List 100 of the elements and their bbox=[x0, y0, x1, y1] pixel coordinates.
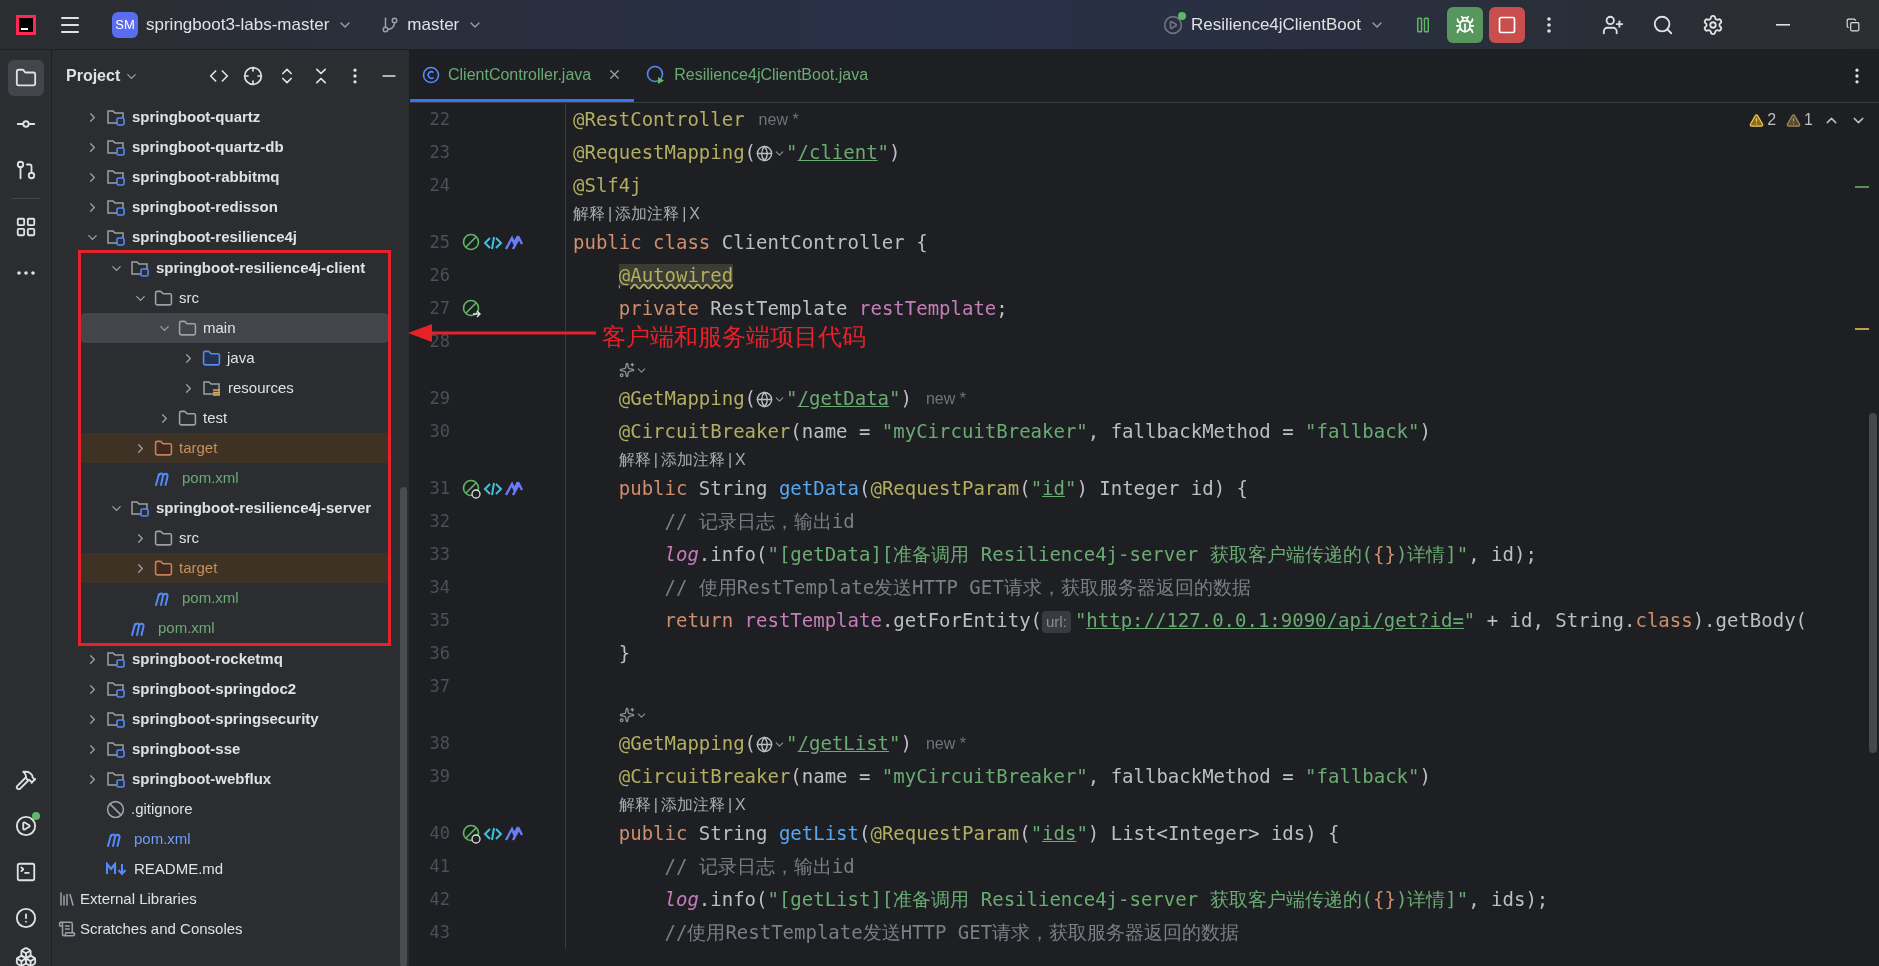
project-tool-button[interactable] bbox=[7, 60, 44, 96]
editor-tab[interactable]: ClientController.java bbox=[410, 50, 635, 102]
annotation-label: 客户端和服务端项目代码 bbox=[602, 325, 866, 349]
branch-selector[interactable]: master bbox=[373, 6, 492, 43]
folder-icon bbox=[154, 558, 173, 578]
module-folder-icon bbox=[106, 228, 126, 246]
tree-item[interactable]: springboot-resilience4j bbox=[52, 222, 395, 252]
folder-icon bbox=[178, 408, 197, 428]
tree-item[interactable]: target bbox=[81, 553, 388, 583]
file-name: src bbox=[179, 527, 199, 548]
tree-item[interactable]: resources bbox=[81, 373, 388, 403]
more-tools-icon bbox=[16, 271, 35, 275]
tree-item[interactable]: test bbox=[81, 403, 388, 433]
rerun-debug-button[interactable] bbox=[1447, 6, 1483, 43]
code-line: //使用RestTemplate发送HTTP GET请求，获取服务器返回的数据 bbox=[663, 920, 1240, 946]
locate-icon[interactable] bbox=[243, 66, 263, 86]
inlay-action-link[interactable]: 添加注释 bbox=[660, 793, 725, 817]
tree-item[interactable]: java bbox=[81, 343, 388, 373]
folder-icon bbox=[202, 348, 221, 368]
globe-icon[interactable] bbox=[756, 736, 774, 754]
inspection-count[interactable]: 1 bbox=[1786, 108, 1813, 132]
file-name: springboot-resilience4j-server bbox=[156, 497, 372, 518]
tree-item[interactable]: springboot-resilience4j-client bbox=[81, 253, 388, 283]
resources-folder-icon bbox=[202, 379, 222, 397]
code-line: @CircuitBreaker(name = "myCircuitBreaker", fallbackMethod = "fallback") bbox=[617, 764, 1431, 790]
tree-item[interactable]: pom.xml bbox=[81, 463, 388, 493]
tree-item[interactable]: src bbox=[81, 523, 388, 553]
folder-icon bbox=[154, 438, 173, 458]
editor-tab[interactable]: Resilience4jClientBoot.java bbox=[634, 50, 881, 102]
tree-item[interactable]: pom.xml bbox=[81, 583, 388, 613]
inlay-action-link[interactable]: X bbox=[689, 202, 700, 226]
tree-item[interactable]: README.md bbox=[52, 854, 395, 884]
file-name: pom.xml bbox=[158, 617, 215, 638]
stop-icon bbox=[1497, 14, 1517, 35]
tree-item[interactable]: .gitignore bbox=[52, 794, 395, 824]
separator: | bbox=[682, 204, 687, 224]
tree-item[interactable]: External Libraries bbox=[52, 884, 395, 914]
file-name: springboot-rocketmq bbox=[132, 648, 283, 669]
inlay-action-link[interactable]: 添加注释 bbox=[660, 448, 725, 472]
module-folder-icon bbox=[106, 108, 126, 126]
tree-item[interactable]: pom.xml bbox=[81, 613, 388, 643]
more-icon bbox=[1547, 16, 1551, 33]
tree-item[interactable]: springboot-springsecurity bbox=[52, 704, 395, 734]
inlay-action-link[interactable]: 解释 bbox=[573, 202, 605, 226]
inlay-action-link[interactable]: 解释 bbox=[618, 448, 651, 472]
globe-icon[interactable] bbox=[756, 391, 774, 409]
module-folder-icon bbox=[106, 168, 126, 186]
code-line: // 使用RestTemplate发送HTTP GET请求，获取服务器返回的数据 bbox=[663, 575, 1251, 601]
code-line: return restTemplate.getForEntity( url: "http://127.0.0.1:9090/api/get?id=" + id, String.class).getBody( bbox=[663, 608, 1808, 635]
bean-icon[interactable] bbox=[462, 478, 482, 499]
tree-item[interactable]: springboot-resilience4j-server bbox=[81, 493, 388, 523]
ai-actions-button[interactable] bbox=[618, 362, 648, 378]
warning-icon bbox=[1749, 112, 1765, 128]
tree-item[interactable]: main bbox=[81, 313, 388, 343]
rerun-debug-icon bbox=[1455, 14, 1475, 35]
bean-icon[interactable] bbox=[462, 232, 482, 253]
services-icon[interactable] bbox=[14, 946, 37, 966]
branch-icon[interactable] bbox=[381, 15, 400, 34]
file-name: java bbox=[227, 347, 255, 368]
author-hint: new * bbox=[758, 109, 799, 130]
app-logo[interactable] bbox=[15, 13, 37, 36]
tree-item[interactable]: springboot-springdoc2 bbox=[52, 674, 395, 704]
terminal-tool-icon bbox=[14, 861, 37, 883]
bean-icon[interactable] bbox=[462, 298, 482, 319]
file-name: pom.xml bbox=[134, 828, 191, 849]
project-selector[interactable]: SM springboot3-labs-master bbox=[104, 6, 362, 43]
inlay-action-link[interactable]: 解释 bbox=[618, 793, 651, 817]
ai-actions-button[interactable] bbox=[618, 707, 648, 723]
tree-item[interactable]: src bbox=[81, 283, 388, 313]
scrollbar[interactable] bbox=[400, 487, 407, 966]
tree-item[interactable]: springboot-sse bbox=[52, 734, 395, 764]
tree-item[interactable]: springboot-quartz-db bbox=[52, 132, 395, 162]
file-name: src bbox=[179, 287, 199, 308]
file-name: resources bbox=[228, 377, 294, 398]
stop-button[interactable] bbox=[1489, 6, 1525, 43]
code-line: @RestController bbox=[573, 107, 745, 133]
tree-item[interactable]: springboot-quartz bbox=[52, 102, 395, 132]
tree-item[interactable]: springboot-rocketmq bbox=[52, 644, 395, 674]
tree-item[interactable]: springboot-redisson bbox=[52, 192, 395, 222]
bean-icon[interactable] bbox=[462, 823, 482, 844]
panel-title-dropdown[interactable]: Project bbox=[66, 64, 140, 88]
tree-item[interactable]: springboot-rabbitmq bbox=[52, 162, 395, 192]
tree-item[interactable]: Scratches and Consoles bbox=[52, 914, 395, 944]
tab-label: Resilience4jClientBoot.java bbox=[674, 64, 869, 85]
code-line: public class ClientController { bbox=[573, 230, 928, 256]
file-name: pom.xml bbox=[182, 467, 239, 488]
inlay-action-link[interactable]: 添加注释 bbox=[615, 202, 680, 226]
globe-icon[interactable] bbox=[756, 145, 774, 163]
module-folder-icon bbox=[106, 740, 126, 758]
tree-item[interactable]: target bbox=[81, 433, 388, 463]
separator: | bbox=[727, 450, 733, 470]
file-name: README.md bbox=[134, 858, 224, 879]
tree-item[interactable]: springboot-webflux bbox=[52, 764, 395, 794]
scrollbar[interactable] bbox=[1869, 413, 1877, 753]
inspection-count[interactable]: 2 bbox=[1749, 108, 1777, 132]
run-configuration-selector[interactable]: Resilience4jClientBoot bbox=[1154, 6, 1393, 43]
warning-icon bbox=[1786, 112, 1802, 128]
inlay-action-link[interactable]: X bbox=[735, 448, 746, 472]
inlay-action-link[interactable]: X bbox=[735, 793, 746, 817]
tree-item[interactable]: pom.xml bbox=[52, 824, 395, 854]
